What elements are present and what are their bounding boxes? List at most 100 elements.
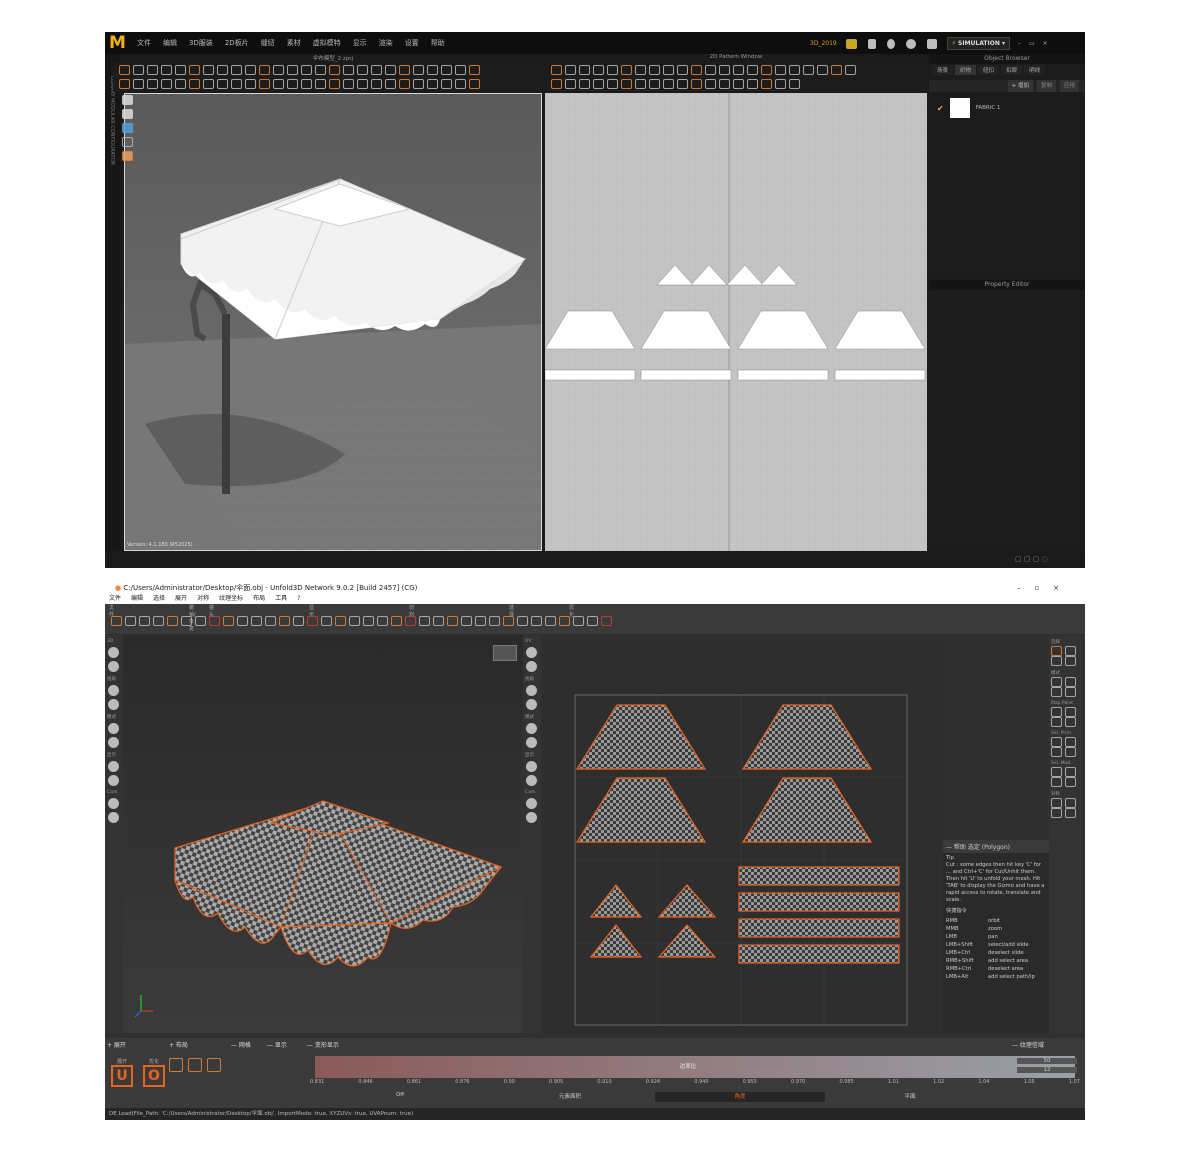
window-controls[interactable]: –▫× — [1017, 582, 1073, 594]
bottom-section-1[interactable]: + 布局 — [169, 1040, 188, 1049]
3d-row1-tool-icon-2[interactable] — [146, 65, 158, 75]
mode-option-0[interactable]: Off — [315, 1092, 485, 1102]
uf-tool-icon-6[interactable] — [194, 616, 206, 626]
uf-tool-icon-14[interactable] — [306, 616, 318, 626]
right-tool-0-1[interactable] — [1064, 646, 1076, 656]
uf-tool-icon-9[interactable] — [236, 616, 248, 626]
speaker-icon[interactable] — [868, 38, 877, 49]
2d-row1-tool-icon-7[interactable] — [648, 65, 660, 75]
user-icon[interactable] — [887, 38, 896, 49]
uf-menu-item-0[interactable]: 文件 — [109, 594, 121, 604]
2d-row1-tool-icon-20[interactable] — [830, 65, 842, 75]
pack-icon[interactable] — [168, 1058, 183, 1072]
avatar-icon[interactable] — [927, 38, 938, 49]
uf-tool-icon-22[interactable] — [418, 616, 430, 626]
uf-tool-icon-34[interactable] — [586, 616, 598, 626]
3d-row1-tool-icon-11[interactable] — [272, 65, 284, 75]
uf-menu-item-1[interactable]: 编辑 — [131, 594, 143, 604]
right-tool-5-3[interactable] — [1064, 808, 1076, 818]
3dv-btn-1-0[interactable] — [108, 685, 119, 696]
right-tool-5-2[interactable] — [1050, 808, 1062, 818]
md-menu-item-10[interactable]: 帮助 — [431, 38, 445, 48]
right-tool-4-2[interactable] — [1050, 777, 1062, 787]
2d-row1-tool-icon-5[interactable] — [620, 65, 632, 75]
2d-row2-tool-icon-13[interactable] — [732, 79, 744, 89]
3d-row2-tool-icon-1[interactable] — [132, 79, 144, 89]
copy-fabric-button[interactable]: 复制 — [1036, 80, 1056, 92]
3d-row2-tool-icon-25[interactable] — [468, 79, 480, 89]
3dv-btn-0-0[interactable] — [108, 647, 119, 658]
3d-row2-tool-icon-19[interactable] — [384, 79, 396, 89]
texel-value-2[interactable]: 12 — [1017, 1067, 1077, 1073]
3d-row2-tool-icon-6[interactable] — [202, 79, 214, 89]
3d-row2-tool-icon-17[interactable] — [356, 79, 368, 89]
unfold-3d-viewport[interactable] — [123, 635, 523, 1033]
uf-tool-icon-15[interactable] — [320, 616, 332, 626]
3d-row1-tool-icon-21[interactable] — [412, 65, 424, 75]
3d-row1-tool-icon-17[interactable] — [356, 65, 368, 75]
2d-row1-tool-icon-3[interactable] — [592, 65, 604, 75]
2d-row2-tool-icon-4[interactable] — [606, 79, 618, 89]
fit-icon[interactable] — [187, 1058, 202, 1072]
uf-tool-icon-12[interactable] — [278, 616, 290, 626]
md-menu-item-8[interactable]: 渲染 — [379, 38, 393, 48]
3d-row1-tool-icon-12[interactable] — [286, 65, 298, 75]
2d-row2-tool-icon-5[interactable] — [620, 79, 632, 89]
uf-tool-icon-18[interactable] — [362, 616, 374, 626]
3d-row1-tool-icon-7[interactable] — [216, 65, 228, 75]
md-menu-item-1[interactable]: 编辑 — [163, 38, 177, 48]
unfold-u-button[interactable]: U — [111, 1065, 133, 1087]
3d-row1-tool-icon-5[interactable] — [188, 65, 200, 75]
2d-row1-tool-icon-4[interactable] — [606, 65, 618, 75]
uf-tool-icon-8[interactable] — [222, 616, 234, 626]
uf-tool-icon-35[interactable] — [600, 616, 612, 626]
right-tool-2-3[interactable] — [1064, 717, 1076, 727]
2d-row1-tool-icon-17[interactable] — [788, 65, 800, 75]
3d-viewport[interactable]: Version: 4.1.180 (R52025) — [124, 93, 542, 551]
uf-tool-icon-27[interactable] — [488, 616, 500, 626]
texture-icon[interactable] — [122, 137, 133, 147]
ob-tab-4[interactable]: 明线 — [1024, 65, 1046, 75]
3d-row1-tool-icon-0[interactable] — [118, 65, 130, 75]
right-tool-0-2[interactable] — [1050, 656, 1062, 666]
right-tool-2-1[interactable] — [1064, 707, 1076, 717]
uf-menu-item-7[interactable]: 工具 — [275, 594, 287, 604]
uf-tool-icon-28[interactable] — [502, 616, 514, 626]
2d-row2-tool-icon-3[interactable] — [592, 79, 604, 89]
3d-row1-tool-icon-14[interactable] — [314, 65, 326, 75]
uf-tool-icon-21[interactable] — [404, 616, 416, 626]
2d-row2-tool-icon-7[interactable] — [648, 79, 660, 89]
3d-row2-tool-icon-5[interactable] — [188, 79, 200, 89]
2d-row1-tool-icon-14[interactable] — [746, 65, 758, 75]
md-menu-item-7[interactable]: 显示 — [353, 38, 367, 48]
2d-row1-tool-icon-19[interactable] — [816, 65, 828, 75]
uf-menu-item-5[interactable]: 纹理坐标 — [219, 594, 243, 604]
2d-row1-tool-icon-1[interactable] — [564, 65, 576, 75]
md-menu-item-5[interactable]: 素材 — [287, 38, 301, 48]
add-fabric-button[interactable]: + 增加 — [1007, 80, 1033, 92]
right-tool-2-0[interactable] — [1050, 707, 1062, 717]
uvv-btn-1-0[interactable] — [526, 685, 537, 696]
right-tool-1-3[interactable] — [1064, 687, 1076, 697]
right-tool-4-3[interactable] — [1064, 777, 1076, 787]
uvv-btn-3-1[interactable] — [526, 775, 537, 786]
2d-row1-tool-icon-8[interactable] — [662, 65, 674, 75]
3dv-btn-3-0[interactable] — [108, 761, 119, 772]
texel-value-1[interactable]: 50 — [1017, 1058, 1077, 1064]
bottom-section-3[interactable]: — 显示 — [267, 1040, 287, 1049]
3d-row2-tool-icon-22[interactable] — [426, 79, 438, 89]
3d-row1-tool-icon-3[interactable] — [160, 65, 172, 75]
uf-tool-icon-24[interactable] — [446, 616, 458, 626]
uf-tool-icon-1[interactable] — [124, 616, 136, 626]
3dv-btn-4-0[interactable] — [108, 798, 119, 809]
3d-row1-tool-icon-23[interactable] — [440, 65, 452, 75]
3d-row2-tool-icon-8[interactable] — [230, 79, 242, 89]
optimize-o-button[interactable]: O — [143, 1065, 165, 1087]
2d-row1-tool-icon-13[interactable] — [732, 65, 744, 75]
right-tool-3-1[interactable] — [1064, 737, 1076, 747]
uf-tool-icon-19[interactable] — [376, 616, 388, 626]
2d-row1-tool-icon-11[interactable] — [704, 65, 716, 75]
2d-row2-tool-icon-0[interactable] — [550, 79, 562, 89]
mode-option-3[interactable]: 平面 — [825, 1092, 995, 1102]
uf-tool-icon-30[interactable] — [530, 616, 542, 626]
